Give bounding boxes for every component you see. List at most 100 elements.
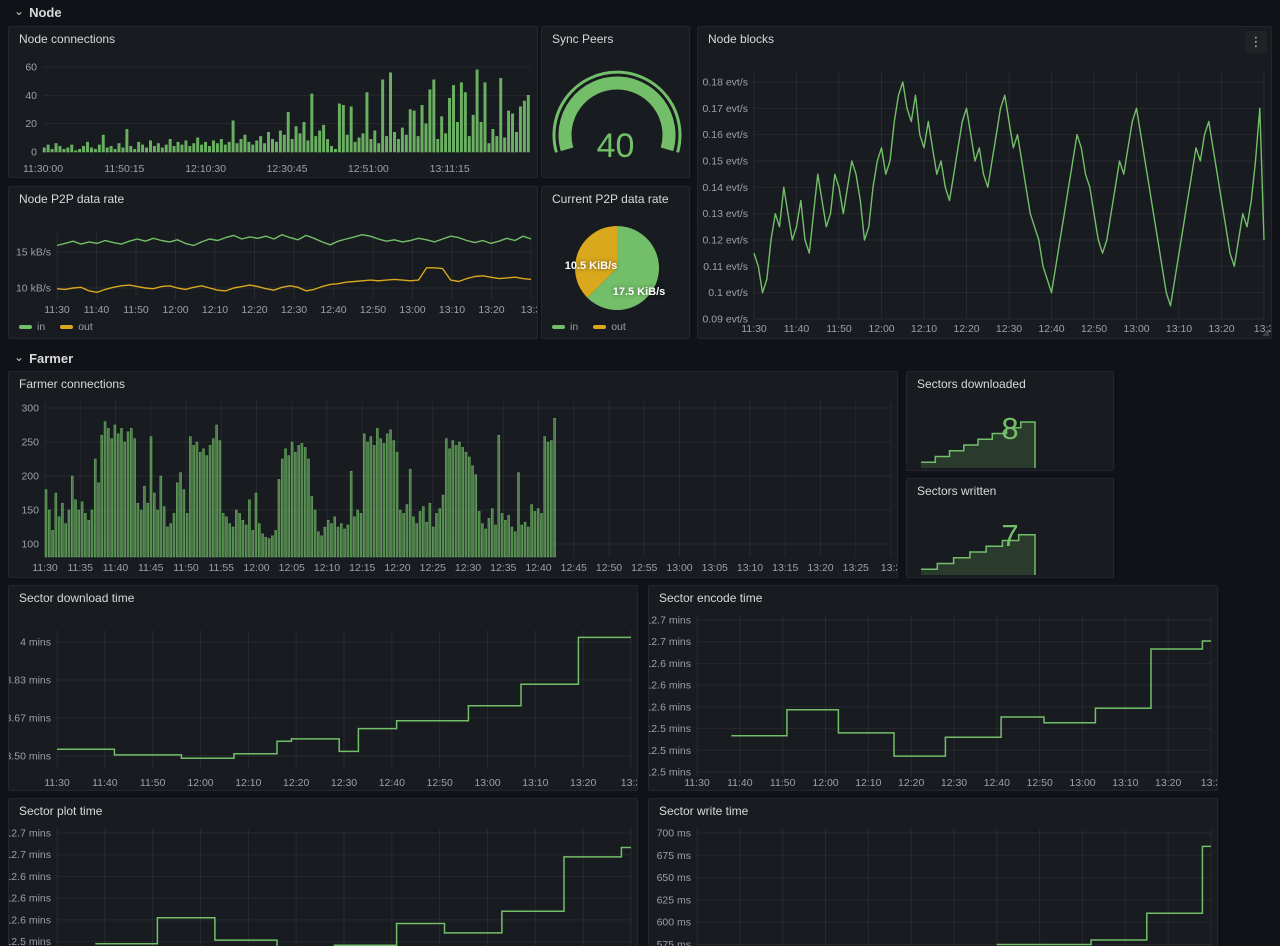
panel-node-p2p-data-rate: Node P2P data rate 15 kB/s10 kB/s11:3011… xyxy=(8,186,538,339)
svg-text:12:00: 12:00 xyxy=(187,777,213,789)
panel-title[interactable]: Current P2P data rate xyxy=(552,192,669,206)
svg-text:12:40: 12:40 xyxy=(984,777,1010,789)
svg-text:4 mins: 4 mins xyxy=(20,637,51,649)
svg-text:12.5 mins: 12.5 mins xyxy=(9,936,51,946)
panel-title[interactable]: Sectors downloaded xyxy=(917,377,1026,391)
legend-item-out[interactable]: out xyxy=(593,321,626,333)
svg-text:60: 60 xyxy=(25,62,37,74)
panel-title[interactable]: Farmer connections xyxy=(19,377,125,391)
svg-text:0.11 evt/s: 0.11 evt/s xyxy=(703,261,748,273)
svg-text:11:40: 11:40 xyxy=(784,323,810,335)
svg-text:12:20: 12:20 xyxy=(953,323,979,335)
legend-item-in[interactable]: in xyxy=(19,321,45,333)
stat-value: 8 xyxy=(907,413,1113,444)
farmer-connections-chart[interactable]: 30025020015010011:3011:3511:4011:4511:50… xyxy=(9,372,897,577)
panel-title[interactable]: Node blocks xyxy=(708,32,774,46)
panel-title[interactable]: Node P2P data rate xyxy=(19,192,124,206)
svg-text:12.6 mins: 12.6 mins xyxy=(9,914,51,926)
sector-download-time-chart[interactable]: 4 mins3.83 mins3.67 mins3.50 mins11:3011… xyxy=(9,586,637,790)
row-title-farmer: Farmer xyxy=(29,351,73,366)
panel-title[interactable]: Sector download time xyxy=(19,591,134,605)
svg-text:12:30: 12:30 xyxy=(996,323,1022,335)
pie-label-out: 10.5 KiB/s xyxy=(548,260,634,272)
node-p2p-chart[interactable]: 15 kB/s10 kB/s11:3011:4011:5012:0012:101… xyxy=(9,187,537,338)
svg-text:12:10: 12:10 xyxy=(202,304,228,316)
legend-item-in[interactable]: in xyxy=(552,321,578,333)
svg-text:11:40: 11:40 xyxy=(103,562,129,574)
svg-text:13:10: 13:10 xyxy=(1166,323,1192,335)
panel-node-connections: Node connections 604020011:30:0011:50:15… xyxy=(8,26,538,178)
svg-text:0.14 evt/s: 0.14 evt/s xyxy=(702,182,748,194)
svg-text:12:50: 12:50 xyxy=(427,777,453,789)
svg-text:13:10: 13:10 xyxy=(737,562,763,574)
svg-text:11:50: 11:50 xyxy=(826,323,852,335)
svg-text:12:40: 12:40 xyxy=(320,304,346,316)
svg-text:13:20: 13:20 xyxy=(807,562,833,574)
svg-text:12:55: 12:55 xyxy=(631,562,657,574)
svg-text:11:30: 11:30 xyxy=(684,777,710,789)
svg-text:13:11:15: 13:11:15 xyxy=(430,163,470,175)
svg-text:13:25: 13:25 xyxy=(843,562,869,574)
series-swatch-out xyxy=(593,325,606,329)
node-connections-chart[interactable]: 604020011:30:0011:50:1512:10:3012:30:451… xyxy=(9,27,537,177)
panel-title[interactable]: Sectors written xyxy=(917,484,996,498)
series-swatch-in xyxy=(19,325,32,329)
panel-title[interactable]: Node connections xyxy=(19,32,115,46)
panel-sector-download-time: Sector download time 4 mins3.83 mins3.67… xyxy=(8,585,638,791)
svg-text:0.18 evt/s: 0.18 evt/s xyxy=(702,77,748,89)
legend-label: out xyxy=(611,321,626,333)
panel-title[interactable]: Sector write time xyxy=(659,804,748,818)
panel-title[interactable]: Sector plot time xyxy=(19,804,102,818)
legend-item-out[interactable]: out xyxy=(60,321,93,333)
svg-text:0.12 evt/s: 0.12 evt/s xyxy=(702,235,748,247)
svg-text:200: 200 xyxy=(21,471,39,483)
svg-text:15 kB/s: 15 kB/s xyxy=(16,247,51,259)
svg-text:12:50: 12:50 xyxy=(596,562,622,574)
svg-text:10 kB/s: 10 kB/s xyxy=(16,283,51,295)
series-swatch-out xyxy=(60,325,73,329)
svg-text:12.7 mins: 12.7 mins xyxy=(9,849,51,861)
legend: in out xyxy=(552,321,626,333)
svg-text:13:20: 13:20 xyxy=(1208,323,1234,335)
svg-text:700 ms: 700 ms xyxy=(657,828,691,840)
svg-text:250: 250 xyxy=(21,437,39,449)
svg-text:12.7 mins: 12.7 mins xyxy=(9,828,51,840)
svg-text:12:00: 12:00 xyxy=(243,562,269,574)
svg-text:11:50: 11:50 xyxy=(173,562,199,574)
panel-sectors-written: Sectors written 7 xyxy=(906,478,1114,578)
svg-text:12:05: 12:05 xyxy=(279,562,305,574)
svg-text:40: 40 xyxy=(25,90,37,102)
node-blocks-chart[interactable]: 0.18 evt/s0.17 evt/s0.16 evt/s0.15 evt/s… xyxy=(698,27,1271,338)
svg-text:13:05: 13:05 xyxy=(702,562,728,574)
svg-text:13:00: 13:00 xyxy=(1123,323,1149,335)
legend-label: out xyxy=(78,321,93,333)
svg-text:12:30: 12:30 xyxy=(455,562,481,574)
svg-text:13:10: 13:10 xyxy=(522,777,548,789)
sector-encode-time-chart[interactable]: 12.7 mins12.7 mins12.6 mins12.6 mins12.6… xyxy=(649,586,1217,790)
panel-current-p2p-data-rate: Current P2P data rate 10.5 KiB/s 17.5 Ki… xyxy=(541,186,690,339)
svg-text:12:30: 12:30 xyxy=(941,777,967,789)
svg-text:675 ms: 675 ms xyxy=(657,850,691,862)
grid: 700 ms675 ms650 ms625 ms600 ms575 ms11:3… xyxy=(657,828,1217,946)
svg-text:12.5 mins: 12.5 mins xyxy=(649,723,691,735)
resize-handle[interactable] xyxy=(1262,329,1269,336)
svg-text:11:30: 11:30 xyxy=(44,777,70,789)
svg-text:12:10: 12:10 xyxy=(314,562,340,574)
row-header-farmer[interactable]: ⌄ Farmer xyxy=(6,348,73,368)
panel-title[interactable]: Sync Peers xyxy=(552,32,613,46)
svg-text:625 ms: 625 ms xyxy=(657,894,691,906)
panel-menu-icon[interactable]: ⋮ xyxy=(1245,31,1267,53)
grid: 0.18 evt/s0.17 evt/s0.16 evt/s0.15 evt/s… xyxy=(702,72,1271,335)
series xyxy=(95,848,631,946)
svg-text:12:10: 12:10 xyxy=(911,323,937,335)
row-header-node[interactable]: ⌄ Node xyxy=(6,2,62,22)
sector-write-time-chart[interactable]: 700 ms675 ms650 ms625 ms600 ms575 ms11:3… xyxy=(649,799,1217,946)
svg-text:12:40: 12:40 xyxy=(1038,323,1064,335)
svg-text:13:10: 13:10 xyxy=(439,304,465,316)
panel-title[interactable]: Sector encode time xyxy=(659,591,762,605)
sector-plot-time-chart[interactable]: 12.7 mins12.7 mins12.6 mins12.6 mins12.6… xyxy=(9,799,637,946)
grid: 15 kB/s10 kB/s11:3011:4011:5012:0012:101… xyxy=(16,233,537,316)
svg-text:12:00: 12:00 xyxy=(868,323,894,335)
svg-text:12.6 mins: 12.6 mins xyxy=(649,680,691,692)
svg-text:150: 150 xyxy=(21,505,39,517)
